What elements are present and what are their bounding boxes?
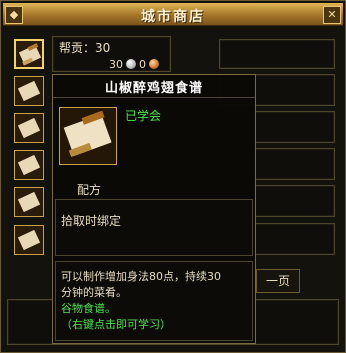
usage-hint: （右键点击即可学习） bbox=[61, 318, 171, 331]
item-entry-box[interactable] bbox=[254, 185, 335, 217]
recipe-scroll-icon bbox=[17, 191, 41, 213]
shop-window: ◆ 城市商店 ✕ 帮贡：30 30 0 一页 山椒醉鸡翅食谱 已学会 配方 拾取… bbox=[0, 0, 346, 353]
item-type: 配方 bbox=[77, 183, 102, 197]
contribution-label: 帮贡：30 bbox=[59, 41, 111, 55]
item-entry-box[interactable] bbox=[254, 223, 335, 255]
item-slot[interactable] bbox=[14, 76, 44, 106]
recipe-scroll-icon bbox=[17, 117, 41, 139]
description-box: 可以制作增加身法80点，持续30 分钟的菜肴。 谷物食谱。 （右键点击即可学习） bbox=[55, 261, 253, 341]
description-line: 分钟的菜肴。 bbox=[61, 286, 127, 299]
item-tooltip: 山椒醉鸡翅食谱 已学会 配方 拾取时绑定 可以制作增加身法80点，持续30 分钟… bbox=[52, 74, 256, 344]
title-bar[interactable]: ◆ 城市商店 ✕ bbox=[3, 3, 343, 26]
recipe-scroll-icon bbox=[18, 43, 42, 66]
description: 可以制作增加身法80点，持续30 分钟的菜肴。 谷物食谱。 （右键点击即可学习） bbox=[61, 269, 221, 333]
price-box: 帮贡：30 30 0 bbox=[52, 36, 171, 72]
recipe-scroll-icon bbox=[59, 107, 117, 165]
recipe-scroll-icon bbox=[17, 229, 41, 251]
window-title: 城市商店 bbox=[141, 9, 205, 25]
close-icon[interactable]: ✕ bbox=[323, 6, 341, 24]
item-category: 谷物食谱。 bbox=[61, 302, 116, 315]
item-entry-box[interactable] bbox=[254, 111, 335, 143]
learned-status: 已学会 bbox=[125, 109, 162, 123]
next-page-button[interactable]: 一页 bbox=[256, 269, 300, 293]
recipe-scroll-icon bbox=[17, 80, 41, 102]
silver-amount: 30 bbox=[109, 58, 123, 71]
item-entry-box[interactable] bbox=[254, 148, 335, 180]
bind-rule: 拾取时绑定 bbox=[61, 214, 122, 228]
price-row: 30 0 bbox=[109, 58, 162, 71]
bind-info-box: 拾取时绑定 bbox=[55, 199, 253, 256]
silver-coin-icon bbox=[126, 59, 136, 69]
item-slot[interactable] bbox=[14, 225, 44, 255]
recipe-scroll-icon bbox=[17, 154, 41, 176]
item-name: 山椒醉鸡翅食谱 bbox=[53, 77, 255, 98]
item-slot[interactable] bbox=[14, 39, 44, 69]
item-slot[interactable] bbox=[14, 113, 44, 143]
item-entry-box[interactable] bbox=[219, 39, 335, 69]
copper-coin-icon bbox=[149, 59, 159, 69]
item-slot[interactable] bbox=[14, 187, 44, 217]
description-line: 可以制作增加身法80点，持续30 bbox=[61, 270, 221, 283]
item-slot[interactable] bbox=[14, 150, 44, 180]
copper-amount: 0 bbox=[139, 58, 146, 71]
